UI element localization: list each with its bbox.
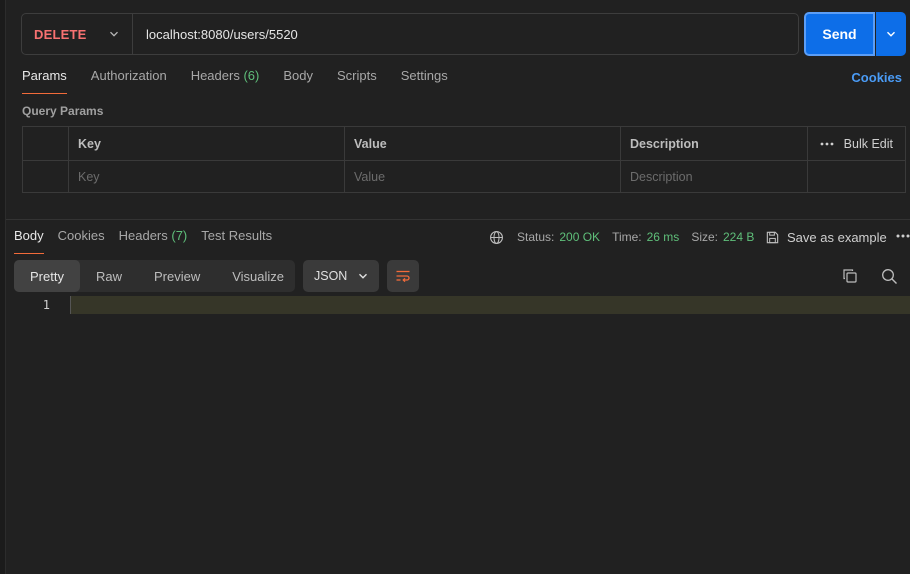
tab-headers[interactable]: Headers (6) <box>191 68 260 94</box>
tab-response-body[interactable]: Body <box>14 228 44 254</box>
view-pretty-button[interactable]: Pretty <box>14 260 80 292</box>
key-input[interactable]: Key <box>68 161 344 193</box>
format-label: JSON <box>314 269 348 283</box>
tab-label: Test Results <box>201 228 273 243</box>
format-select[interactable]: JSON <box>303 260 379 292</box>
time-value[interactable]: 26 ms <box>647 230 680 244</box>
tab-label: Scripts <box>336 68 377 83</box>
status-value[interactable]: 200 OK <box>559 230 600 244</box>
send-options-button[interactable] <box>876 12 906 56</box>
panel-divider[interactable] <box>6 219 910 220</box>
column-header-description: Description <box>620 127 807 160</box>
response-editor[interactable]: 1 <box>14 296 910 314</box>
response-tabs: Body Cookies Headers (7) Test Results <box>14 228 272 254</box>
table-header-row: Key Value Description Bulk Edit <box>23 127 905 160</box>
description-input[interactable]: Description <box>620 161 807 193</box>
tab-label: Body <box>14 228 44 243</box>
size-value[interactable]: 224 B <box>723 230 754 244</box>
column-header-value: Value <box>344 127 620 160</box>
wrap-lines-icon <box>396 270 410 283</box>
tab-label: Headers <box>118 228 168 243</box>
tab-label: Cookies <box>57 228 105 243</box>
checkbox-column <box>23 127 68 160</box>
chevron-down-icon <box>359 273 367 279</box>
cookies-link[interactable]: Cookies <box>851 70 902 85</box>
tab-label: Headers <box>190 68 240 83</box>
tab-scripts[interactable]: Scripts <box>337 68 377 94</box>
tab-response-cookies[interactable]: Cookies <box>58 228 105 254</box>
tab-body[interactable]: Body <box>283 68 313 94</box>
tab-test-results[interactable]: Test Results <box>201 228 272 254</box>
left-rail <box>0 0 6 574</box>
request-tabs: Params Authorization Headers (6) Body Sc… <box>22 68 448 94</box>
chevron-down-icon <box>887 31 895 37</box>
bulk-edit-button[interactable]: Bulk Edit <box>844 137 893 151</box>
size-label: Size: <box>691 230 718 244</box>
active-line-highlight <box>70 296 910 314</box>
method-selector[interactable]: DELETE <box>22 14 133 54</box>
row-actions-cell <box>807 161 905 193</box>
tab-label: Authorization <box>90 68 167 83</box>
row-checkbox-cell <box>23 161 68 193</box>
more-options-icon[interactable] <box>895 226 910 246</box>
wrap-lines-button[interactable] <box>387 260 419 292</box>
save-as-example-button[interactable]: Save as example <box>765 228 887 246</box>
save-icon <box>766 231 779 243</box>
tab-label: Params <box>22 68 67 83</box>
chevron-down-icon <box>110 31 118 37</box>
view-visualize-button[interactable]: Visualize <box>216 260 300 292</box>
tab-settings[interactable]: Settings <box>401 68 448 94</box>
view-preview-button[interactable]: Preview <box>138 260 216 292</box>
query-params-table: Key Value Description Bulk Edit Key Valu… <box>22 126 906 193</box>
tab-params[interactable]: Params <box>22 68 67 94</box>
tab-response-headers[interactable]: Headers (7) <box>119 228 188 254</box>
method-label: DELETE <box>34 26 87 42</box>
search-icon[interactable] <box>881 268 898 285</box>
tab-label: Body <box>283 68 313 83</box>
query-params-title: Query Params <box>22 104 104 118</box>
view-mode-group: Pretty Raw Preview Visualize <box>14 260 295 292</box>
column-header-key: Key <box>68 127 344 160</box>
status-label: Status: <box>517 230 555 244</box>
view-raw-button[interactable]: Raw <box>80 260 138 292</box>
more-horizontal-icon[interactable] <box>820 142 834 146</box>
tab-authorization[interactable]: Authorization <box>91 68 167 94</box>
save-as-example-label: Save as example <box>787 229 887 245</box>
tab-label: Settings <box>400 68 448 83</box>
bulk-edit-cell: Bulk Edit <box>807 127 905 160</box>
copy-icon[interactable] <box>842 268 858 284</box>
url-input[interactable] <box>133 14 798 54</box>
request-url-bar: DELETE <box>21 13 799 55</box>
globe-icon[interactable] <box>489 230 504 245</box>
value-input[interactable]: Value <box>344 161 620 193</box>
response-headers-count: (7) <box>171 228 188 243</box>
line-number: 1 <box>42 298 50 312</box>
headers-count: (6) <box>243 68 260 83</box>
time-label: Time: <box>612 230 642 244</box>
table-row: Key Value Description <box>23 160 905 193</box>
send-button[interactable]: Send <box>804 12 875 56</box>
response-status-bar: Status: 200 OK Time: 26 ms Size: 224 B <box>489 228 754 246</box>
send-group: Send <box>804 12 906 56</box>
